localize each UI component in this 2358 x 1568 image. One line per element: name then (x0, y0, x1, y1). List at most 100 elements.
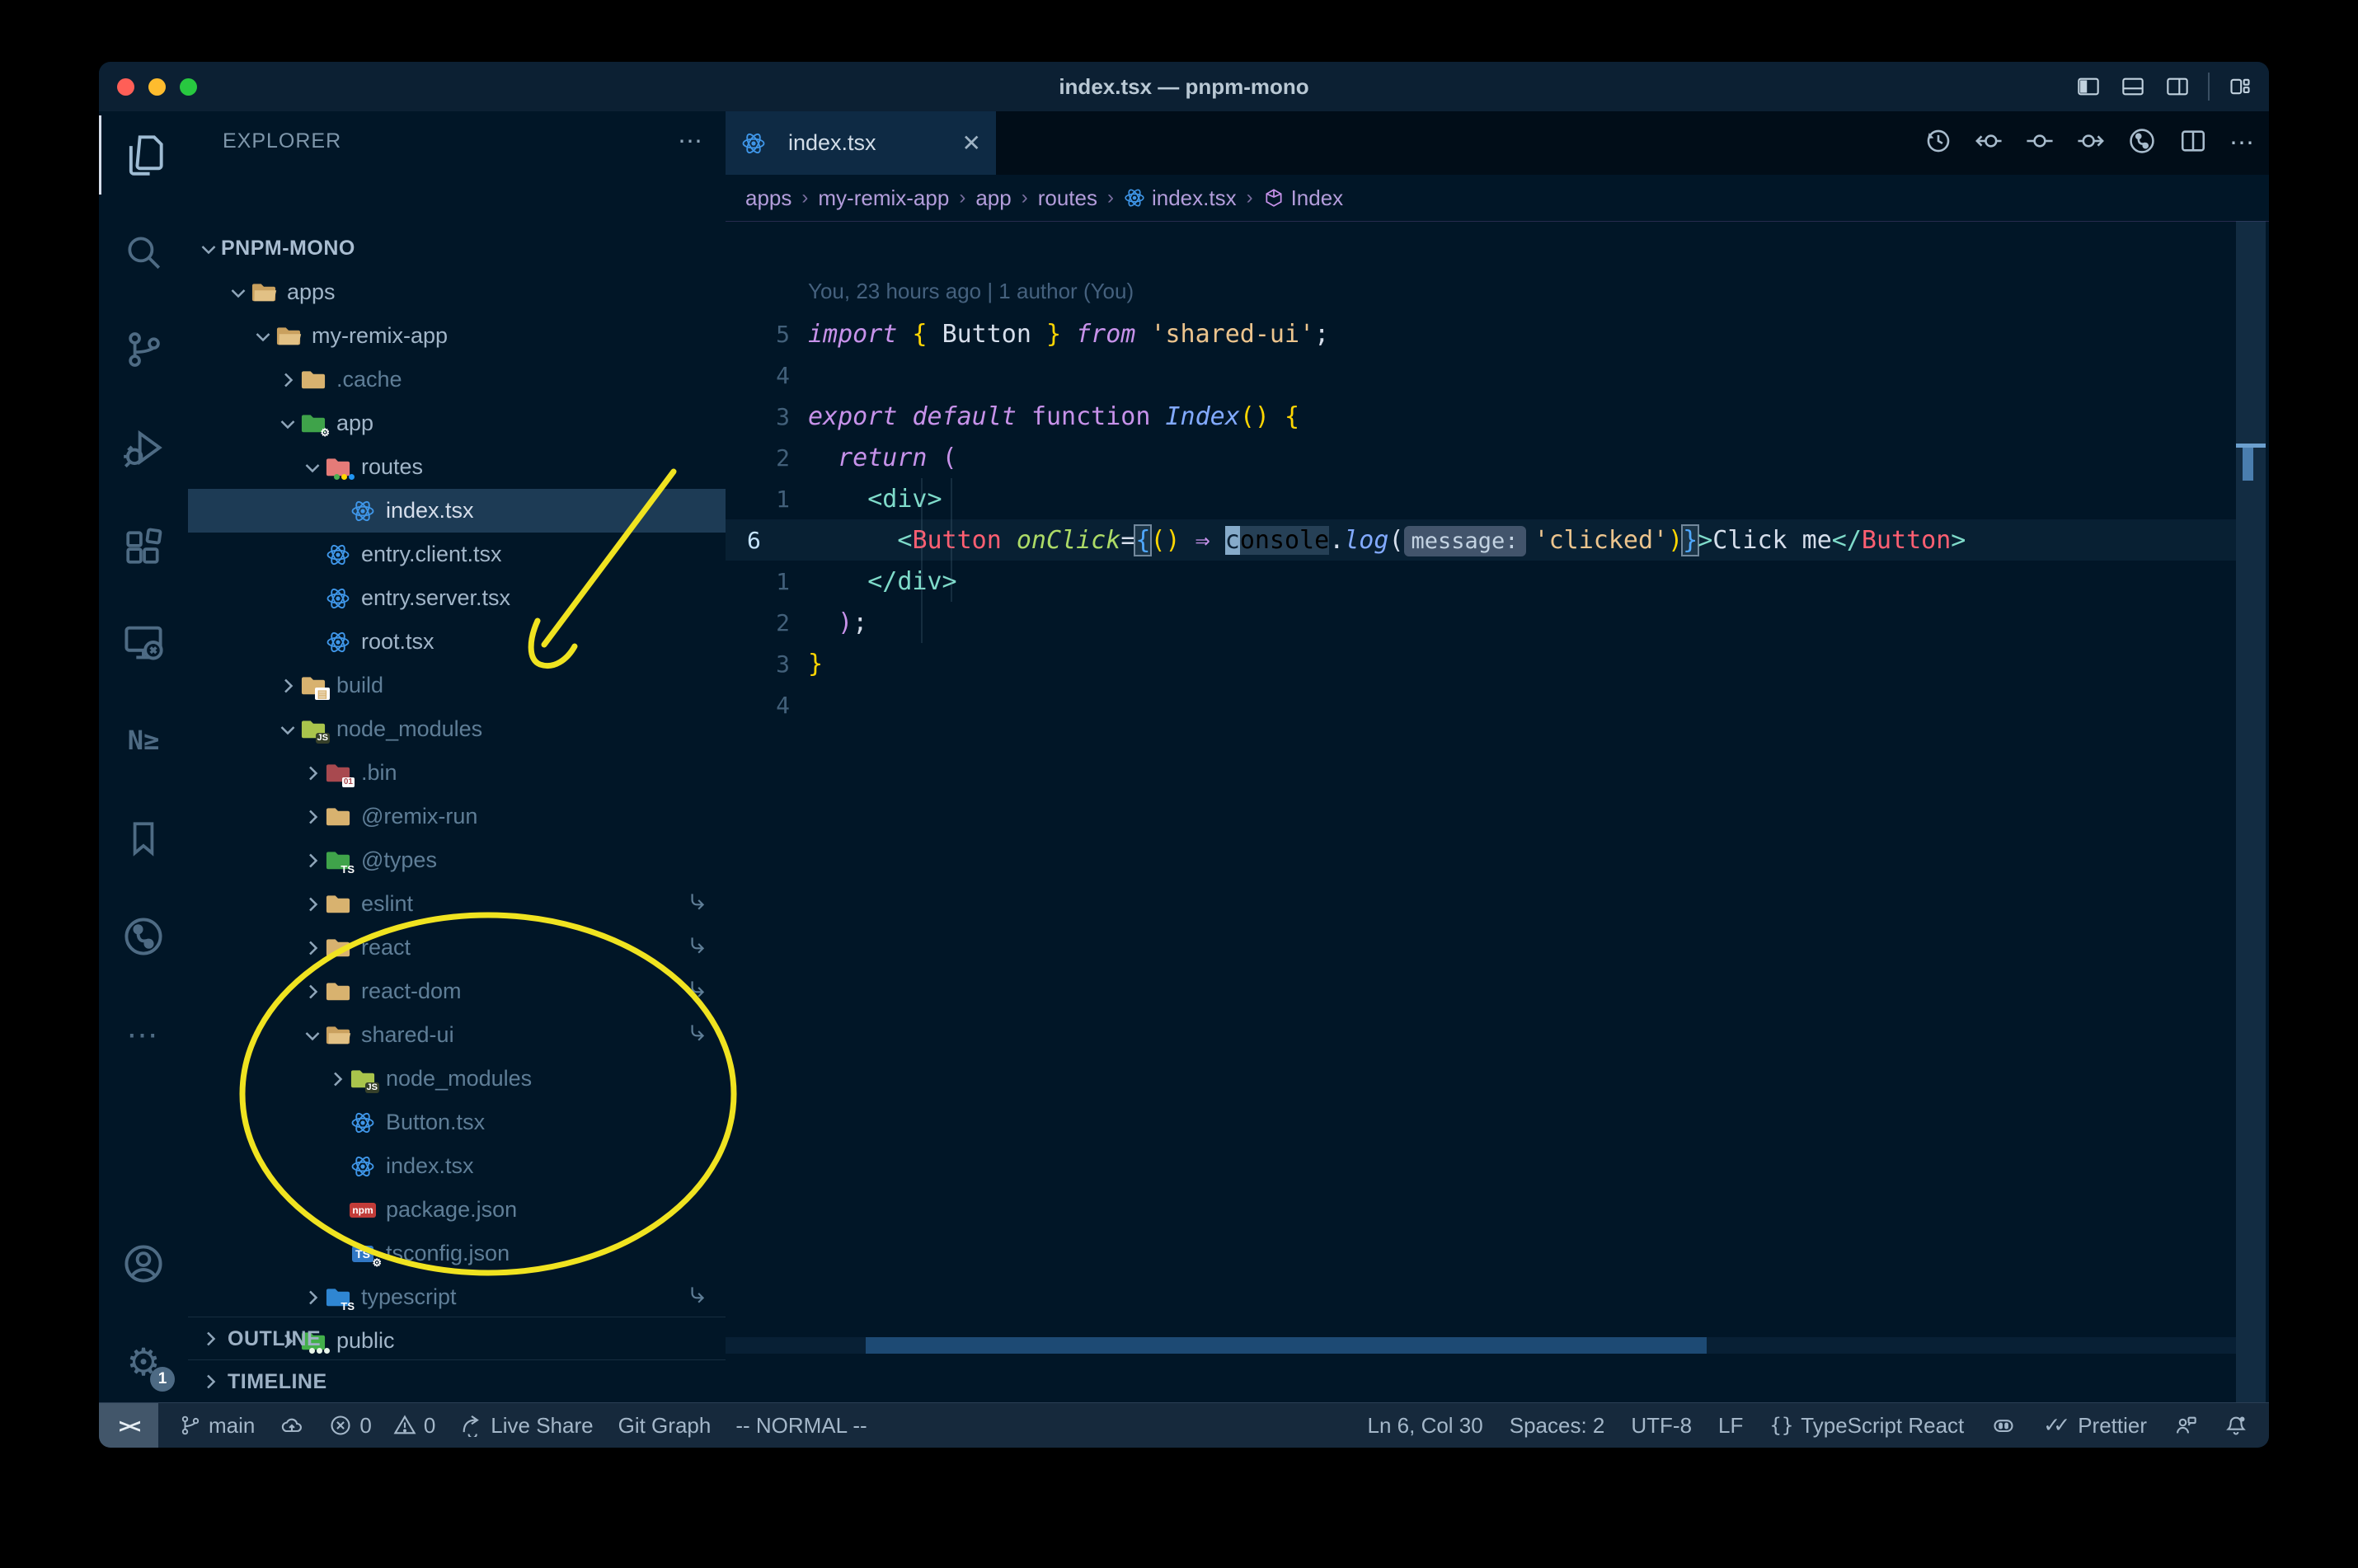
tree-item-@types[interactable]: TS @types (188, 838, 726, 882)
breadcrumb-item-my-remix-app[interactable]: my-remix-app (818, 185, 949, 211)
activity-item-remote-explorer[interactable] (99, 603, 188, 682)
tree-item-routes[interactable]: routes (188, 445, 726, 489)
activity-item-bookmarks[interactable] (99, 799, 188, 878)
activity-item-search[interactable] (99, 213, 188, 292)
activity-item-git-graph[interactable] (99, 897, 188, 976)
status-item-main[interactable]: main (180, 1413, 255, 1439)
check-double-icon: ✓✓ (2043, 1414, 2070, 1437)
breadcrumb-item-index.tsx[interactable]: index.tsx (1124, 185, 1237, 211)
tree-item-apps[interactable]: apps (188, 270, 726, 314)
commit-next-button[interactable] (2076, 127, 2106, 159)
more-actions-icon: ⋯ (2229, 129, 2256, 157)
status-item-bell[interactable] (2224, 1414, 2248, 1437)
tree-item-label: entry.server.tsx (361, 585, 511, 610)
activity-item-settings[interactable]: ⚙ 1 (99, 1322, 188, 1401)
horizontal-scrollbar[interactable] (726, 1337, 2236, 1354)
tree-item-node_modules[interactable]: JS node_modules (188, 707, 726, 751)
sidebar-section-outline[interactable]: OUTLINE (188, 1317, 726, 1360)
split-button[interactable] (2178, 127, 2208, 159)
tree-item-eslint[interactable]: eslint (188, 882, 726, 926)
tree-item-.bin[interactable]: 01 .bin (188, 751, 726, 795)
tab-index-tsx[interactable]: index.tsx ✕ (726, 111, 996, 175)
chevron-down-icon (231, 289, 246, 298)
tree-item-tsconfig.json[interactable]: TS ⚙ tsconfig.json (188, 1232, 726, 1275)
graph-circle-button[interactable] (2127, 127, 2157, 159)
more-button[interactable]: ⋯ (2229, 129, 2256, 157)
react-icon (742, 133, 765, 153)
chevron-down-icon (305, 1031, 320, 1040)
activity-item-account[interactable] (99, 1224, 188, 1303)
code-line: 2 return ( (726, 437, 2236, 478)
activity-item-source-control[interactable] (99, 310, 188, 389)
tree-item-@remix-run[interactable]: @remix-run (188, 795, 726, 838)
breadcrumb-item-routes[interactable]: routes (1038, 185, 1097, 211)
tree-item-label: @remix-run (361, 804, 478, 829)
breadcrumb-item-app[interactable]: app (975, 185, 1011, 211)
activity-item-extensions[interactable] (99, 508, 188, 587)
explorer-sidebar: EXPLORER ⋯ PNPM-MONO apps my-remix-app .… (188, 111, 726, 1403)
status-item-cloud-up[interactable] (279, 1414, 304, 1437)
tree-item-label: routes (361, 454, 424, 479)
activity-item-run-debug[interactable] (99, 408, 188, 487)
panel-bottom-icon (2122, 77, 2144, 96)
layout-custom-button[interactable] (2226, 75, 2254, 98)
status-item--normal-[interactable]: -- NORMAL -- (735, 1413, 867, 1439)
tree-item-react[interactable]: react (188, 926, 726, 969)
history-button[interactable] (1924, 127, 1952, 159)
tree-root[interactable]: PNPM-MONO (188, 227, 726, 270)
run-and-debug-icon (124, 430, 162, 468)
status-item-live-share[interactable]: Live Share (460, 1413, 594, 1439)
sidebar-section-timeline[interactable]: TIMELINE (188, 1359, 726, 1403)
status-item-git-graph[interactable]: Git Graph (618, 1413, 712, 1439)
commit-button[interactable] (2025, 127, 2055, 159)
status-item-typescript-react[interactable]: {} TypeScript React (1769, 1413, 1964, 1439)
line-number: 1 (776, 485, 790, 513)
sidebar-more-button[interactable]: ⋯ (678, 127, 704, 156)
tree-item-entry.client.tsx[interactable]: entry.client.tsx (188, 533, 726, 576)
remote-explorer-icon (124, 626, 163, 660)
status-item-prettier[interactable]: ✓✓ Prettier (2043, 1413, 2147, 1439)
activity-item-explorer[interactable] (99, 115, 188, 195)
panel-bottom-button[interactable] (2119, 75, 2147, 98)
status-item-utf-8[interactable]: UTF-8 (1631, 1413, 1692, 1439)
status-item-feedback[interactable] (2173, 1414, 2198, 1437)
code-area[interactable]: You, 23 hours ago | 1 author (You) 5 impo… (726, 221, 2236, 1354)
activity-item-more[interactable]: ⋯ (99, 995, 188, 1074)
activity-item-nx-console[interactable]: N≥ (99, 701, 188, 780)
tree-item-package.json[interactable]: npm package.json (188, 1188, 726, 1232)
tab-label: index.tsx (788, 130, 876, 155)
commit-prev-button[interactable] (1974, 127, 2003, 159)
tree-item-typescript[interactable]: TS typescript (188, 1275, 726, 1319)
tree-item-root.tsx[interactable]: root.tsx (188, 620, 726, 664)
code-text: export default function Index() { (808, 401, 1300, 431)
tree-item-node_modules[interactable]: JS node_modules (188, 1057, 726, 1101)
tree-item-build[interactable]: ▤ build (188, 664, 726, 707)
status-item-copilot[interactable] (1990, 1414, 2017, 1437)
breadcrumb: apps › my-remix-app › app › routes › index.tsx ›… (726, 175, 2269, 222)
breadcrumb-item-index[interactable]: Index (1263, 185, 1343, 211)
panel-left-button[interactable] (2074, 75, 2102, 98)
layout-controls (2074, 73, 2254, 101)
horizontal-scrollbar-thumb[interactable] (866, 1337, 1707, 1354)
tree-item-app[interactable]: ⚙ app (188, 401, 726, 445)
tree-item-entry.server.tsx[interactable]: entry.server.tsx (188, 576, 726, 620)
breadcrumb-item-apps[interactable]: apps (745, 185, 791, 211)
tree-item-.cache[interactable]: .cache (188, 358, 726, 401)
panel-right-button[interactable] (2163, 75, 2191, 98)
tree-item-index.tsx[interactable]: index.tsx (188, 489, 726, 533)
vertical-scrollbar[interactable] (2236, 221, 2266, 1403)
status-item-0[interactable]: 00 (329, 1413, 435, 1439)
close-tab-icon[interactable]: ✕ (962, 129, 981, 157)
tree-item-shared-ui[interactable]: shared-ui (188, 1013, 726, 1057)
tree-item-button.tsx[interactable]: Button.tsx (188, 1101, 726, 1144)
status-item-lf[interactable]: LF (1718, 1413, 1743, 1439)
tree-item-react-dom[interactable]: react-dom (188, 969, 726, 1013)
line-number: 2 (776, 608, 790, 636)
tree-item-my-remix-app[interactable]: my-remix-app (188, 314, 726, 358)
tree-root-label: PNPM-MONO (221, 237, 355, 260)
tree-item-index.tsx[interactable]: index.tsx (188, 1144, 726, 1188)
status-item-spaces-2[interactable]: Spaces: 2 (1510, 1413, 1605, 1439)
remote-indicator[interactable]: >< (99, 1403, 158, 1448)
chevron-down-icon (280, 420, 295, 429)
status-item-ln-6-col-30[interactable]: Ln 6, Col 30 (1368, 1413, 1483, 1439)
